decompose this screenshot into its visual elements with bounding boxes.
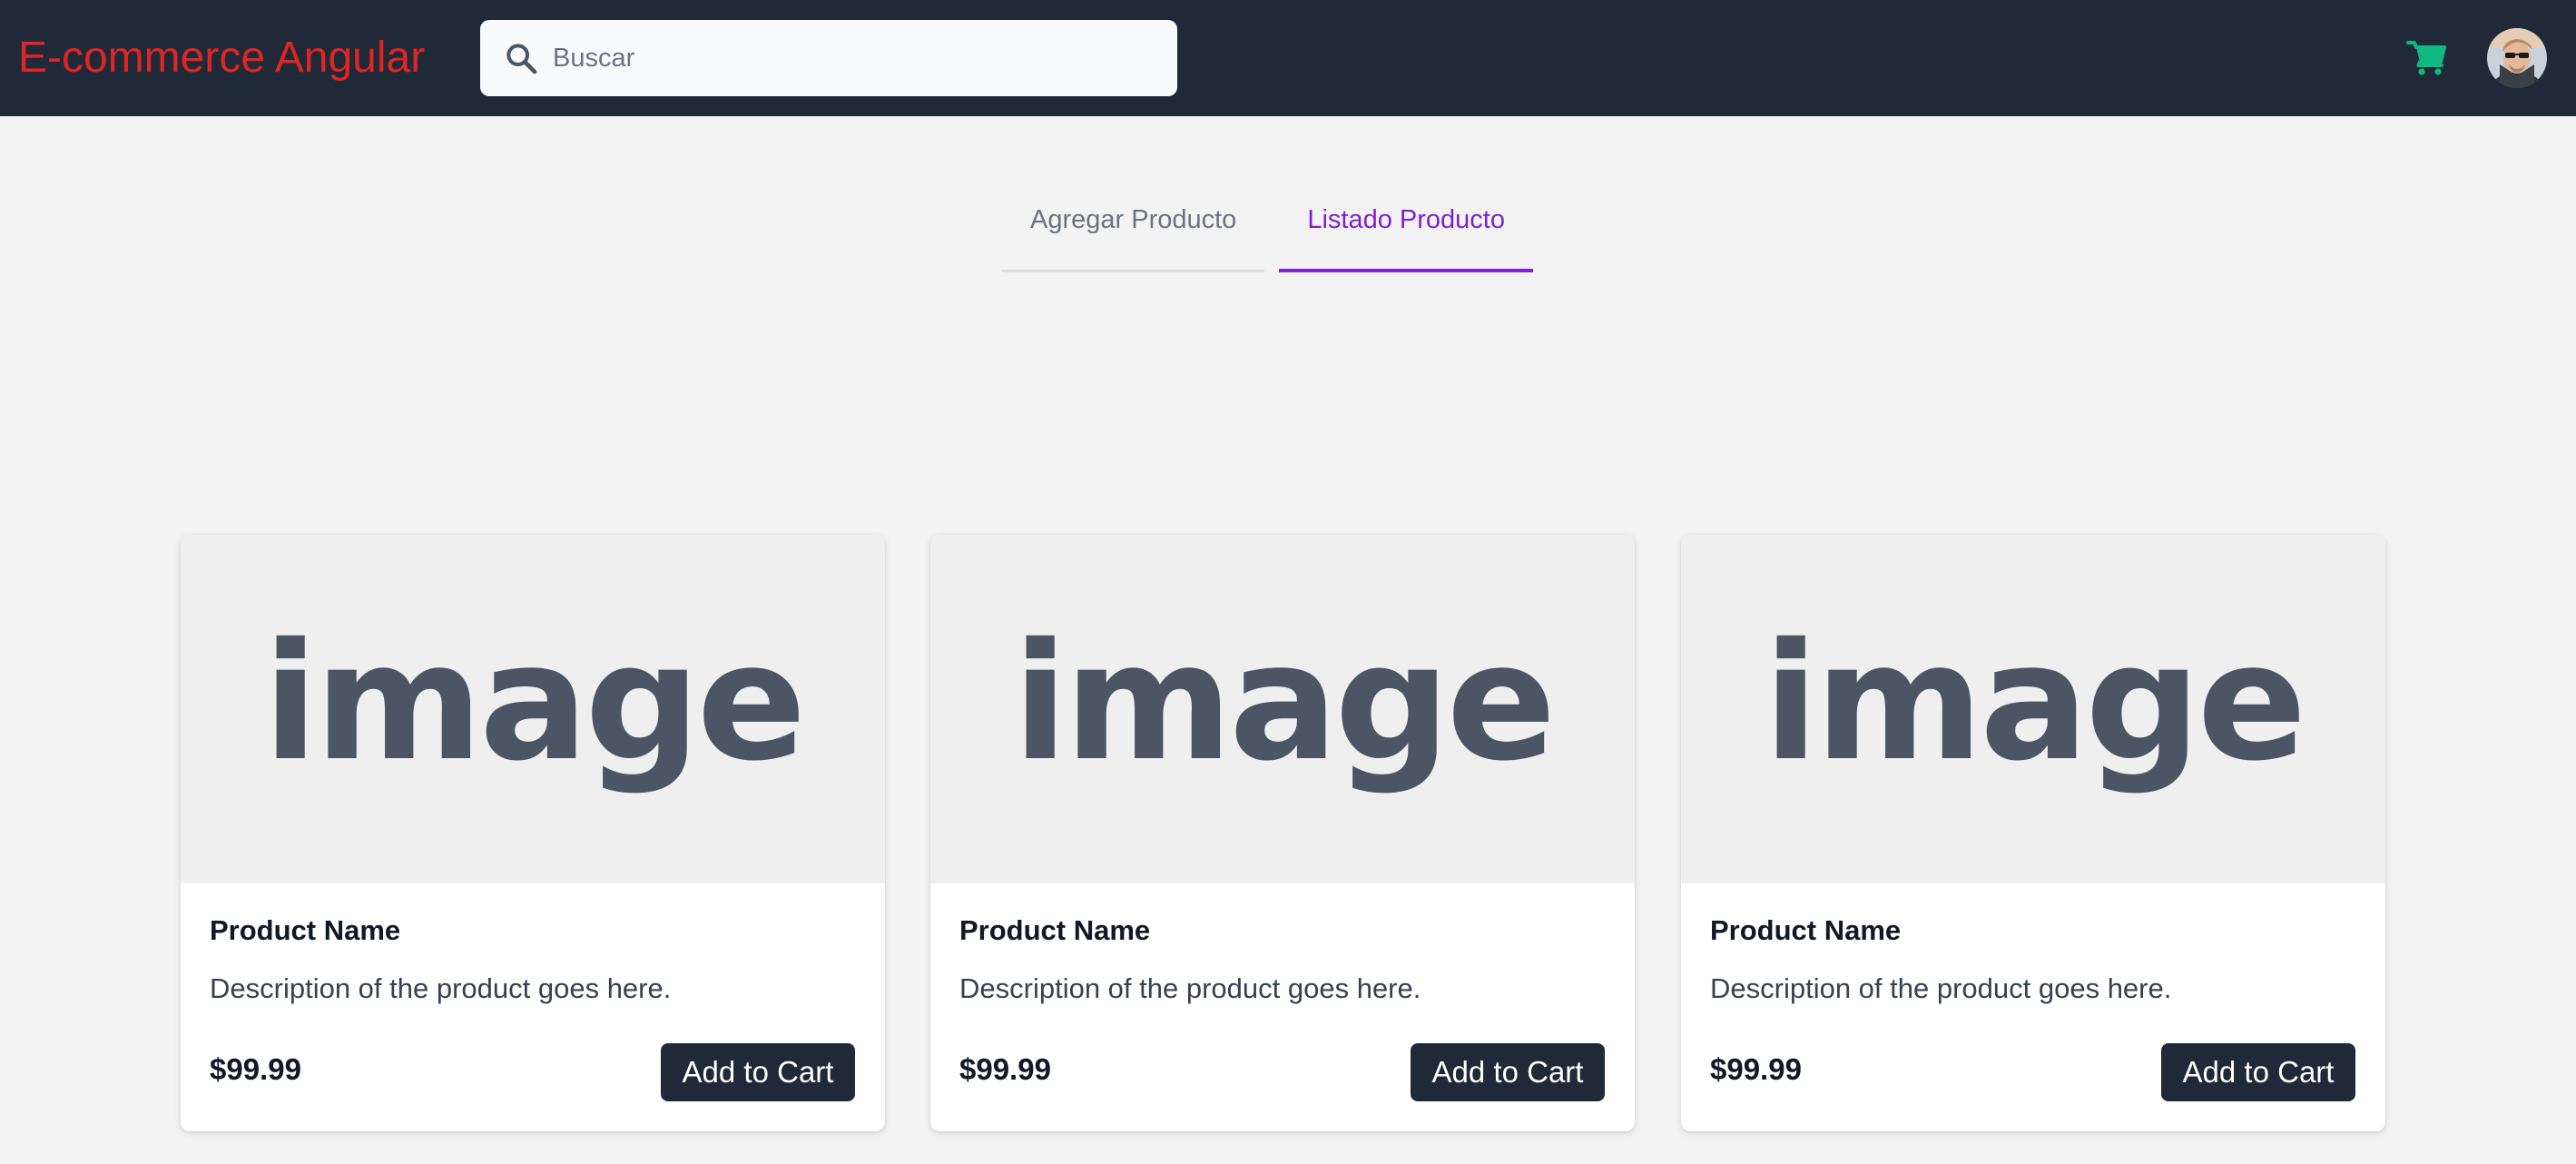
add-to-cart-button[interactable]: Add to Cart [2161, 1043, 2355, 1101]
search-icon [506, 44, 537, 74]
product-price: $99.99 [959, 1052, 1051, 1086]
product-price: $99.99 [210, 1052, 301, 1086]
shopping-cart-icon[interactable] [2405, 36, 2449, 80]
tab-agregar-producto[interactable]: Agregar Producto [1002, 182, 1265, 272]
product-image-placeholder: image [1681, 535, 2385, 883]
image-placeholder-text: image [263, 608, 803, 796]
image-placeholder-text: image [1764, 608, 2304, 796]
image-placeholder-text: image [1013, 608, 1553, 796]
tab-bar: Agregar Producto Listado Producto [1002, 182, 1533, 272]
user-avatar[interactable] [2487, 28, 2547, 88]
product-description: Description of the product goes here. [1710, 972, 2172, 1004]
top-navbar: E-commerce Angular [0, 0, 2576, 116]
product-price: $99.99 [1710, 1052, 1802, 1086]
add-to-cart-button[interactable]: Add to Cart [661, 1043, 855, 1101]
product-name: Product Name [959, 914, 1151, 946]
product-card: image Product Name Description of the pr… [930, 535, 1635, 1131]
product-description: Description of the product goes here. [959, 972, 1421, 1004]
add-to-cart-button[interactable]: Add to Cart [1411, 1043, 1605, 1101]
product-description: Description of the product goes here. [210, 972, 672, 1004]
product-image-placeholder: image [181, 535, 885, 883]
product-card: image Product Name Description of the pr… [1681, 535, 2385, 1131]
product-name: Product Name [210, 914, 401, 946]
product-image-placeholder: image [930, 535, 1635, 883]
product-name: Product Name [1710, 914, 1902, 946]
search-input[interactable] [553, 20, 1152, 96]
product-card: image Product Name Description of the pr… [181, 535, 885, 1131]
search-box[interactable] [480, 20, 1177, 96]
brand-logo[interactable]: E-commerce Angular [18, 33, 425, 84]
tab-listado-producto[interactable]: Listado Producto [1279, 182, 1533, 272]
